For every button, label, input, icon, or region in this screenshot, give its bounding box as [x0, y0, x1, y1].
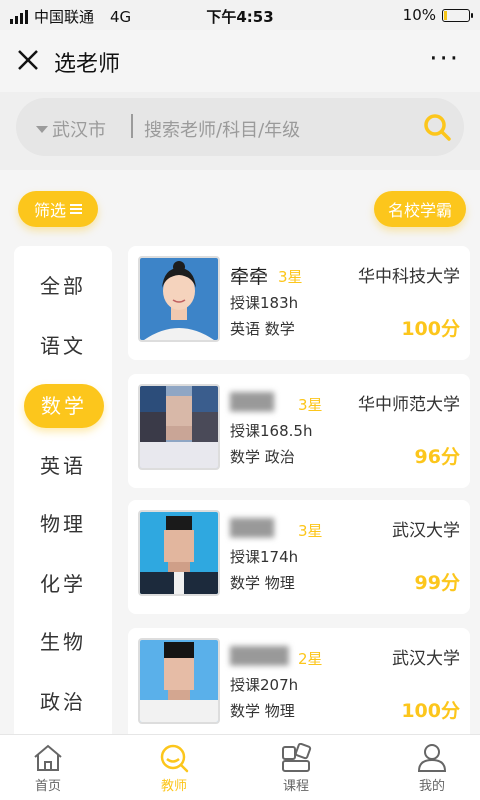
tab-me[interactable]: 我的	[392, 743, 472, 794]
tab-teacher-label: 教师	[160, 779, 187, 794]
teacher-name-blurred: ▇▇▇▇	[230, 644, 289, 666]
home-icon	[34, 744, 62, 771]
teacher-card[interactable]: ▇▇▇ 3星 武汉大学 授课174h 数学 物理 99分	[128, 500, 470, 614]
bottom-tab-bar: 首页 教师 课程 我的	[0, 734, 480, 800]
teacher-subjects: 英语 数学	[230, 320, 295, 338]
sidebar-item-chinese[interactable]: 语文	[14, 324, 112, 368]
close-icon[interactable]	[14, 46, 42, 74]
battery-icon	[442, 8, 473, 22]
tab-course[interactable]: 课程	[256, 743, 336, 794]
menu-icon	[70, 202, 82, 216]
filter-label: 筛选	[33, 201, 66, 220]
teacher-rating: 3星	[278, 268, 303, 286]
elite-label: 名校学霸	[387, 201, 452, 220]
sidebar-item-math[interactable]: 数学	[24, 384, 104, 428]
teacher-school: 华中科技大学	[358, 267, 460, 287]
tab-teacher[interactable]: 教师	[134, 743, 214, 794]
teacher-hours: 授课207h	[230, 676, 299, 694]
teacher-hours: 授课168.5h	[230, 422, 313, 440]
teacher-school: 武汉大学	[392, 649, 460, 669]
search-icon[interactable]	[422, 112, 452, 142]
tab-home-label: 首页	[34, 779, 61, 794]
teacher-photo	[138, 510, 220, 596]
nav-bar: 选老师 ···	[0, 30, 480, 92]
sidebar-item-politics[interactable]: 政治	[14, 680, 112, 724]
dropdown-arrow-icon	[36, 125, 48, 133]
teacher-card[interactable]: ▇▇▇▇ 2星 武汉大学 授课207h 数学 物理 100分	[128, 628, 470, 742]
teacher-hours: 授课174h	[230, 548, 299, 566]
sidebar-item-physics[interactable]: 物理	[14, 502, 112, 546]
teacher-score: 100分	[401, 700, 460, 722]
teacher-card[interactable]: 牵牵 3星 华中科技大学 授课183h 英语 数学 100分	[128, 246, 470, 360]
sidebar-item-english[interactable]: 英语	[14, 444, 112, 488]
elite-school-button[interactable]: 名校学霸	[374, 191, 466, 227]
city-selector[interactable]: 武汉市	[36, 116, 106, 142]
tab-me-label: 我的	[418, 779, 445, 794]
teacher-photo	[138, 638, 220, 724]
course-icon	[282, 743, 312, 772]
teacher-name: 牵牵	[230, 266, 269, 288]
subject-sidebar: 全部 语文 数学 英语 物理 化学 生物 政治	[14, 246, 112, 746]
teacher-school: 武汉大学	[392, 521, 460, 541]
teacher-rating: 2星	[298, 650, 323, 668]
teacher-hours: 授课183h	[230, 294, 299, 312]
teacher-subjects: 数学 物理	[230, 574, 295, 592]
city-label: 武汉市	[52, 120, 106, 141]
teacher-photo	[138, 384, 220, 470]
more-options-button[interactable]: ···	[429, 44, 460, 74]
sidebar-item-all[interactable]: 全部	[14, 264, 112, 308]
filter-button[interactable]: 筛选	[18, 191, 98, 227]
sidebar-item-biology[interactable]: 生物	[14, 620, 112, 664]
teacher-photo	[138, 256, 220, 342]
battery-label: 10%	[402, 6, 436, 24]
user-icon	[417, 744, 447, 772]
tab-course-label: 课程	[282, 779, 309, 794]
tab-home[interactable]: 首页	[8, 743, 88, 794]
teacher-school: 华中师范大学	[358, 395, 460, 415]
teacher-score: 96分	[414, 446, 460, 468]
teacher-subjects: 数学 物理	[230, 702, 295, 720]
teacher-card[interactable]: ▇▇▇ 3星 华中师范大学 授课168.5h 数学 政治 96分	[128, 374, 470, 488]
status-bar: 中国联通 4G 下午4:53 10%	[0, 0, 480, 30]
teacher-score: 100分	[401, 318, 460, 340]
teacher-rating: 3星	[298, 522, 323, 540]
search-divider	[131, 114, 133, 138]
teacher-score: 99分	[414, 572, 460, 594]
search-input[interactable]: 搜索老师/科目/年级	[144, 116, 300, 142]
teacher-search-icon	[160, 744, 189, 773]
sidebar-item-chemistry[interactable]: 化学	[14, 562, 112, 606]
teacher-rating: 3星	[298, 396, 323, 414]
search-section: 武汉市 搜索老师/科目/年级	[0, 92, 480, 170]
teacher-name-blurred: ▇▇▇	[230, 516, 274, 538]
page-title: 选老师	[54, 52, 121, 77]
teacher-subjects: 数学 政治	[230, 448, 295, 466]
teacher-name-blurred: ▇▇▇	[230, 390, 274, 412]
search-bar[interactable]: 武汉市 搜索老师/科目/年级	[16, 98, 464, 156]
